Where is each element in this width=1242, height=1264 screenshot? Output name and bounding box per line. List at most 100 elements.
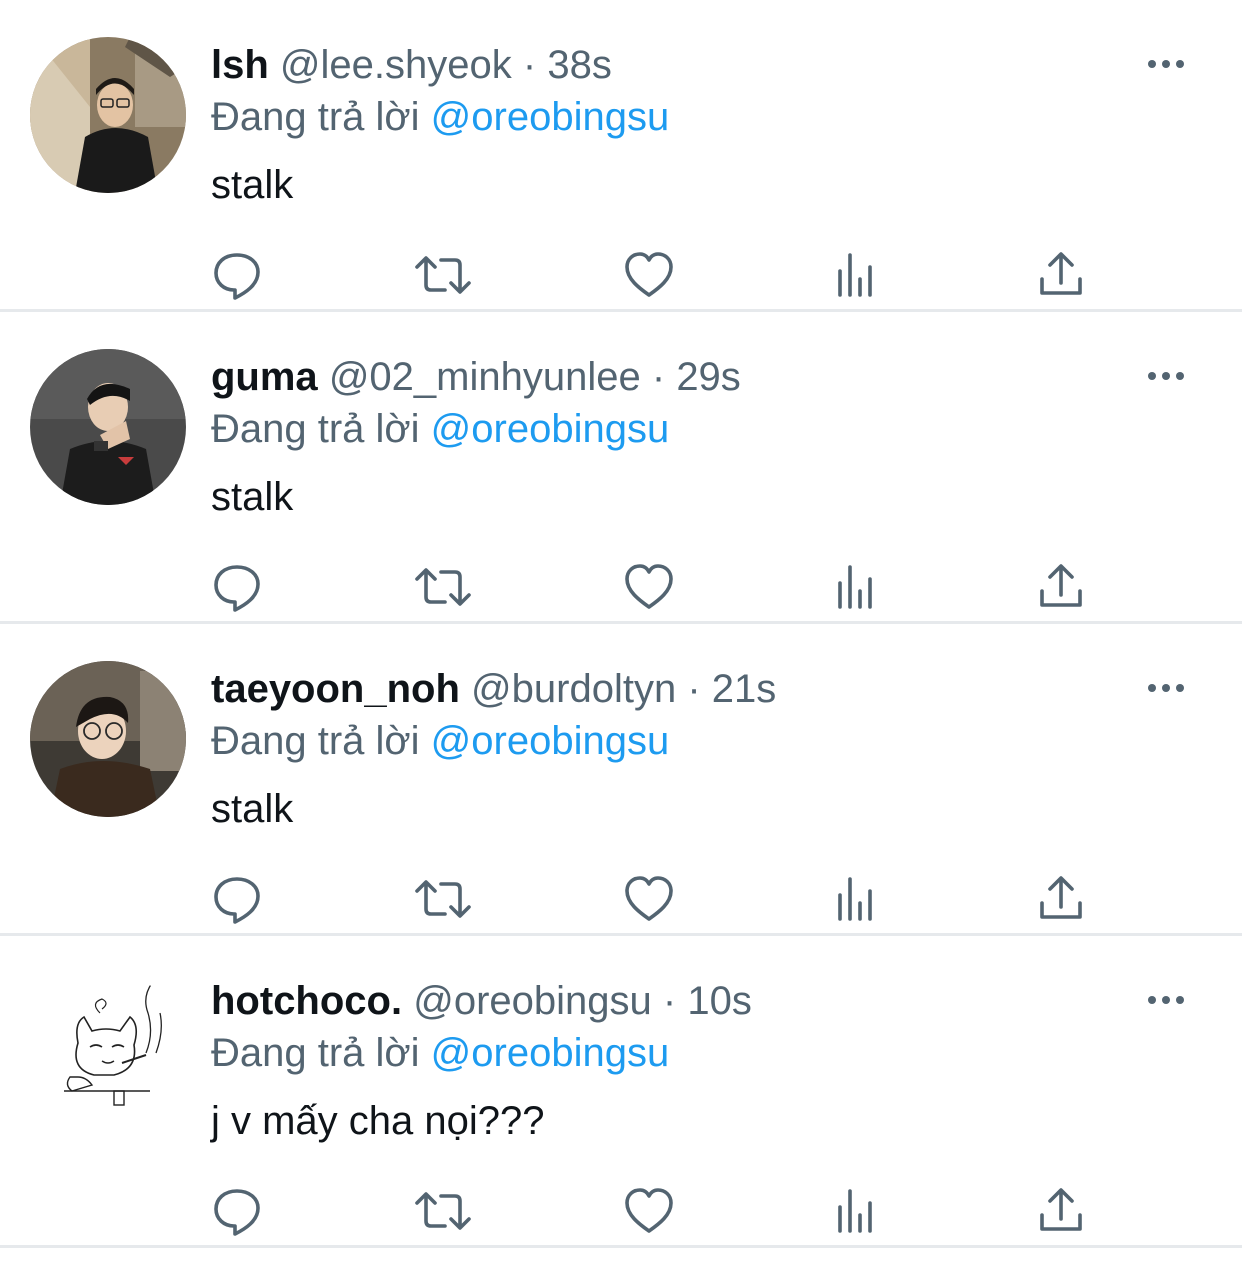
replying-to-handle[interactable]: @oreobingsu bbox=[431, 719, 670, 763]
replying-to-label: Đang trả lời bbox=[211, 719, 420, 763]
tweet[interactable]: hotchoco. @oreobingsu · 10s Đang trả lời… bbox=[0, 936, 1242, 1248]
more-options-button[interactable] bbox=[1146, 988, 1186, 1012]
speech-bubble-icon bbox=[214, 1189, 260, 1236]
more-options-button[interactable] bbox=[1146, 52, 1186, 76]
speech-bubble-icon bbox=[214, 253, 260, 300]
views-button[interactable] bbox=[826, 245, 886, 305]
separator-dot: · bbox=[687, 667, 701, 711]
tweet-header: hotchoco. @oreobingsu · 10s bbox=[211, 976, 1122, 1026]
tweet-text: stalk bbox=[211, 163, 294, 207]
share-button[interactable] bbox=[1031, 557, 1091, 617]
heart-icon bbox=[625, 1188, 673, 1233]
like-button[interactable] bbox=[619, 245, 679, 305]
share-upload-icon bbox=[1040, 564, 1082, 607]
retweet-button[interactable] bbox=[413, 1181, 473, 1241]
tweet-header: lsh @lee.shyeok · 38s bbox=[211, 40, 1122, 90]
heart-icon bbox=[625, 252, 673, 297]
avatar-cat-sketch bbox=[30, 973, 186, 1129]
ellipsis-icon bbox=[1148, 60, 1184, 68]
avatar[interactable] bbox=[30, 349, 186, 505]
ellipsis-icon bbox=[1148, 372, 1184, 380]
display-name[interactable]: hotchoco. bbox=[211, 979, 402, 1023]
share-upload-icon bbox=[1040, 876, 1082, 919]
reply-button[interactable] bbox=[207, 245, 267, 305]
replying-to: Đang trả lời @oreobingsu bbox=[211, 716, 669, 766]
share-button[interactable] bbox=[1031, 1181, 1091, 1241]
avatar-photo-lsh bbox=[30, 37, 186, 193]
replying-to-label: Đang trả lời bbox=[211, 95, 420, 139]
retweet-button[interactable] bbox=[413, 245, 473, 305]
tweet-text: j v mấy cha nọi??? bbox=[211, 1099, 545, 1143]
retweet-arrows-icon bbox=[415, 568, 471, 606]
replying-to: Đang trả lời @oreobingsu bbox=[211, 92, 669, 142]
timestamp[interactable]: 29s bbox=[676, 355, 741, 399]
ellipsis-icon bbox=[1148, 684, 1184, 692]
like-button[interactable] bbox=[619, 869, 679, 929]
views-button[interactable] bbox=[826, 557, 886, 617]
timestamp[interactable]: 10s bbox=[687, 979, 752, 1023]
replying-to-label: Đang trả lời bbox=[211, 1031, 420, 1075]
share-button[interactable] bbox=[1031, 869, 1091, 929]
reply-feed: lsh @lee.shyeok · 38s Đang trả lời @oreo… bbox=[0, 0, 1242, 1264]
share-upload-icon bbox=[1040, 1188, 1082, 1231]
separator-dot: · bbox=[662, 979, 677, 1023]
display-name[interactable]: guma bbox=[211, 355, 318, 399]
replying-to-handle[interactable]: @oreobingsu bbox=[431, 407, 670, 451]
more-options-button[interactable] bbox=[1146, 364, 1186, 388]
avatar[interactable] bbox=[30, 37, 186, 193]
tweet[interactable]: guma @02_minhyunlee · 29s Đang trả lời @… bbox=[0, 312, 1242, 624]
user-handle[interactable]: @burdoltyn bbox=[471, 667, 676, 711]
tweet-actions bbox=[0, 1181, 1242, 1241]
heart-icon bbox=[625, 876, 673, 921]
separator-dot: · bbox=[522, 43, 537, 87]
replying-to: Đang trả lời @oreobingsu bbox=[211, 404, 669, 454]
bar-chart-icon bbox=[838, 877, 872, 921]
reply-button[interactable] bbox=[207, 869, 267, 929]
like-button[interactable] bbox=[619, 1181, 679, 1241]
display-name[interactable]: taeyoon_noh bbox=[211, 667, 460, 711]
retweet-button[interactable] bbox=[413, 557, 473, 617]
bar-chart-icon bbox=[838, 253, 872, 297]
user-handle[interactable]: @oreobingsu bbox=[413, 979, 652, 1023]
replying-to: Đang trả lời @oreobingsu bbox=[211, 1028, 669, 1078]
retweet-arrows-icon bbox=[415, 1192, 471, 1230]
avatar[interactable] bbox=[30, 661, 186, 817]
separator-dot: · bbox=[651, 355, 666, 399]
tweet-actions bbox=[0, 557, 1242, 617]
timestamp[interactable]: 21s bbox=[712, 667, 777, 711]
tweet-header: taeyoon_noh @burdoltyn · 21s bbox=[211, 664, 1122, 714]
speech-bubble-icon bbox=[214, 565, 260, 612]
reply-button[interactable] bbox=[207, 1181, 267, 1241]
speech-bubble-icon bbox=[214, 877, 260, 924]
avatar-photo-taeyoon bbox=[30, 661, 186, 817]
share-upload-icon bbox=[1040, 252, 1082, 295]
timestamp[interactable]: 38s bbox=[547, 43, 612, 87]
avatar-photo-guma bbox=[30, 349, 186, 505]
more-options-button[interactable] bbox=[1146, 676, 1186, 700]
tweet[interactable]: taeyoon_noh @burdoltyn · 21s Đang trả lờ… bbox=[0, 624, 1242, 936]
reply-button[interactable] bbox=[207, 557, 267, 617]
share-button[interactable] bbox=[1031, 245, 1091, 305]
avatar[interactable] bbox=[30, 973, 186, 1129]
heart-icon bbox=[625, 564, 673, 609]
user-handle[interactable]: @lee.shyeok bbox=[280, 43, 512, 87]
replying-to-label: Đang trả lời bbox=[211, 407, 420, 451]
display-name[interactable]: lsh bbox=[211, 43, 269, 87]
retweet-arrows-icon bbox=[415, 256, 471, 294]
retweet-arrows-icon bbox=[415, 880, 471, 918]
tweet-actions bbox=[0, 869, 1242, 929]
tweet-text: stalk bbox=[211, 787, 294, 831]
replying-to-handle[interactable]: @oreobingsu bbox=[431, 95, 670, 139]
bar-chart-icon bbox=[838, 565, 872, 609]
tweet[interactable]: lsh @lee.shyeok · 38s Đang trả lời @oreo… bbox=[0, 0, 1242, 312]
views-button[interactable] bbox=[826, 1181, 886, 1241]
tweet-text: stalk bbox=[211, 475, 294, 519]
retweet-button[interactable] bbox=[413, 869, 473, 929]
views-button[interactable] bbox=[826, 869, 886, 929]
user-handle[interactable]: @02_minhyunlee bbox=[329, 355, 641, 399]
replying-to-handle[interactable]: @oreobingsu bbox=[431, 1031, 670, 1075]
bar-chart-icon bbox=[838, 1189, 872, 1233]
tweet-header: guma @02_minhyunlee · 29s bbox=[211, 352, 1122, 402]
like-button[interactable] bbox=[619, 557, 679, 617]
tweet-actions bbox=[0, 245, 1242, 305]
